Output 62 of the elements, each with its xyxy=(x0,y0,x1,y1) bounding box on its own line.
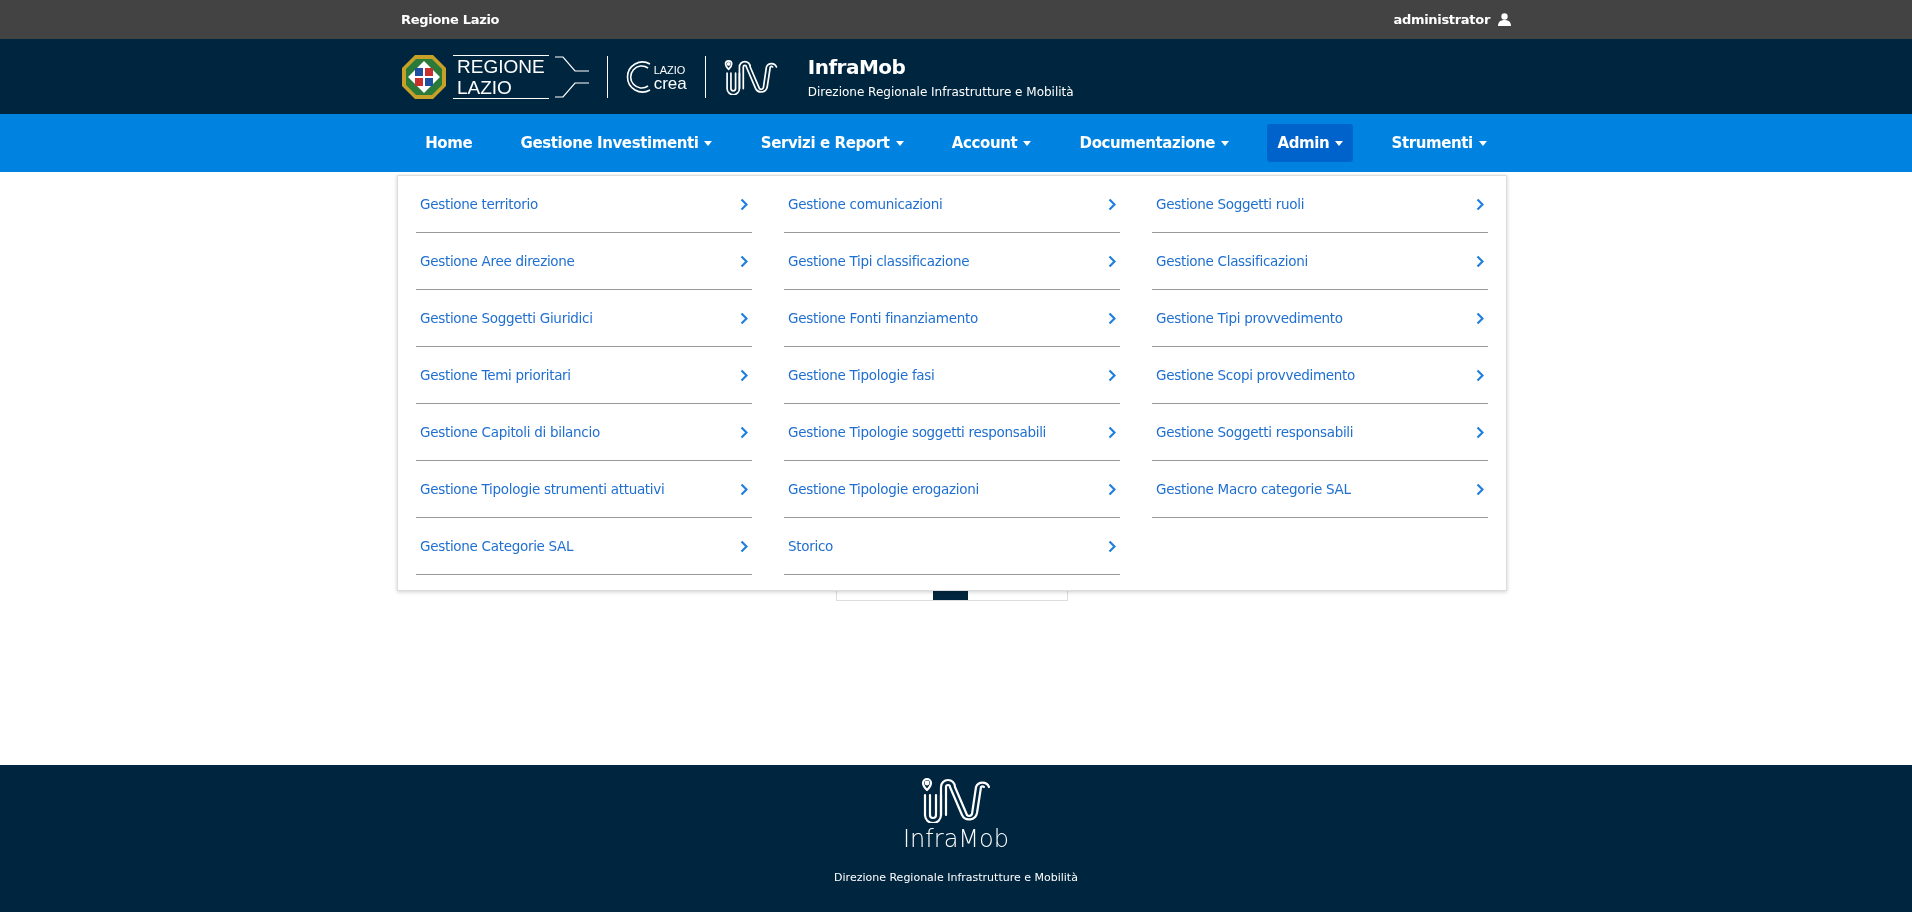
menu-item[interactable]: Gestione Temi prioritari xyxy=(416,347,752,404)
chevron-right-icon xyxy=(1476,254,1484,268)
nav-menu-item[interactable]: Servizi e Report xyxy=(750,124,914,162)
nav-menu-item[interactable]: Account xyxy=(941,124,1042,162)
menu-item[interactable]: Gestione Aree direzione xyxy=(416,233,752,290)
nav-menu-item[interactable]: Documentazione xyxy=(1069,124,1240,162)
menu-item[interactable]: Gestione Soggetti Giuridici xyxy=(416,290,752,347)
app-title: InfraMob xyxy=(807,54,907,79)
app-subtitle: Direzione Regionale Infrastrutture e Mobilità xyxy=(807,84,1074,99)
chevron-right-icon xyxy=(740,311,748,325)
menu-item[interactable]: Gestione Tipologie strumenti attuativi xyxy=(416,461,752,518)
menu-item[interactable]: Storico xyxy=(784,518,1120,575)
chevron-right-icon xyxy=(1108,254,1116,268)
line-pattern-icon xyxy=(554,54,589,99)
chevron-right-icon xyxy=(740,368,748,382)
region-name: Regione Lazio xyxy=(401,12,500,27)
laziocrea-logo-text: LAZIO crea xyxy=(653,62,687,91)
menu-item[interactable]: Gestione Tipologie fasi xyxy=(784,347,1120,404)
chevron-right-icon xyxy=(1108,539,1116,553)
c-logo-icon xyxy=(625,59,652,94)
map-pin-logo-icon xyxy=(921,777,991,823)
chevron-right-icon xyxy=(1476,311,1484,325)
menu-item[interactable]: Gestione Tipi classificazione xyxy=(784,233,1120,290)
regione-lazio-logo-text: REGIONE LAZIO xyxy=(453,54,549,99)
footer-app-name: InfraMob xyxy=(903,825,1009,853)
chevron-right-icon xyxy=(1108,368,1116,382)
menu-item[interactable]: Gestione Categorie SAL xyxy=(416,518,752,575)
menu-item[interactable]: Gestione comunicazioni xyxy=(784,176,1120,233)
chevron-right-icon xyxy=(1108,197,1116,211)
menu-item[interactable]: Gestione Capitoli di bilancio xyxy=(416,404,752,461)
menu-item[interactable]: Gestione territorio xyxy=(416,176,752,233)
user-icon[interactable] xyxy=(1498,13,1511,26)
chevron-right-icon xyxy=(1108,311,1116,325)
menu-item[interactable]: Gestione Tipologie soggetti responsabili xyxy=(784,404,1120,461)
chevron-right-icon xyxy=(740,197,748,211)
chevron-right-icon xyxy=(1108,482,1116,496)
chevron-right-icon xyxy=(1476,197,1484,211)
menu-item[interactable]: Gestione Macro categorie SAL xyxy=(1152,461,1488,518)
menu-item[interactable]: Gestione Fonti finanziamento xyxy=(784,290,1120,347)
nav-menu-item[interactable]: Admin xyxy=(1267,124,1354,162)
chevron-right-icon xyxy=(740,482,748,496)
nav-menu-item[interactable]: Gestione Investimenti xyxy=(510,124,723,162)
menu-item[interactable]: Gestione Tipologie erogazioni xyxy=(784,461,1120,518)
nav-menu-item[interactable]: Home xyxy=(415,124,483,162)
chevron-right-icon xyxy=(740,254,748,268)
chevron-right-icon xyxy=(1476,482,1484,496)
chevron-right-icon xyxy=(1476,368,1484,382)
username[interactable]: administrator xyxy=(1393,12,1490,27)
menu-item[interactable]: Gestione Scopi provvedimento xyxy=(1152,347,1488,404)
chevron-right-icon xyxy=(740,539,748,553)
chevron-right-icon xyxy=(1476,425,1484,439)
menu-item[interactable]: Gestione Soggetti ruoli xyxy=(1152,176,1488,233)
active-page[interactable] xyxy=(933,590,968,600)
nav-menu-item[interactable]: Strumenti xyxy=(1381,124,1497,162)
coat-of-arms-icon xyxy=(401,53,447,100)
menu-item[interactable]: Gestione Tipi provvedimento xyxy=(1152,290,1488,347)
chevron-right-icon xyxy=(1108,425,1116,439)
map-pin-logo-icon xyxy=(723,58,778,95)
footer-subtitle: Direzione Regionale Infrastrutture e Mobilità xyxy=(834,871,1078,884)
chevron-right-icon xyxy=(740,425,748,439)
menu-item[interactable]: Gestione Soggetti responsabili xyxy=(1152,404,1488,461)
menu-item[interactable]: Gestione Classificazioni xyxy=(1152,233,1488,290)
